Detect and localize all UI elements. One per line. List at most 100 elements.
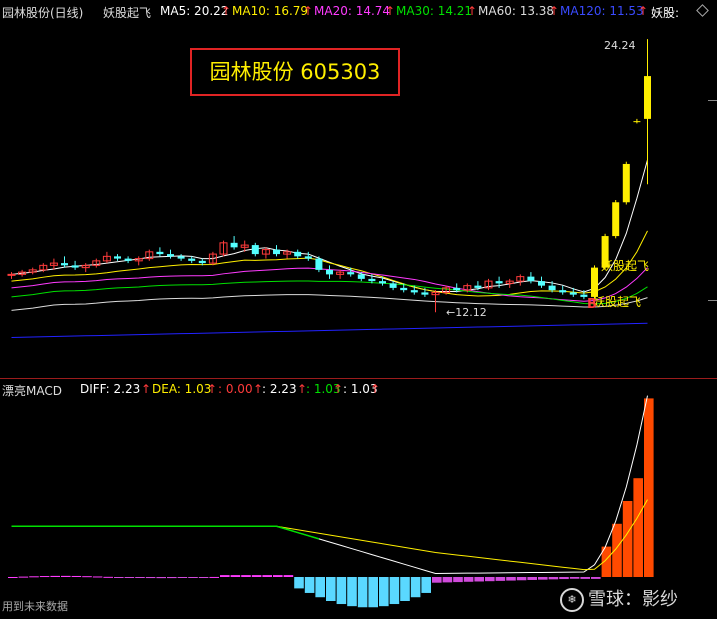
future-data-note: 用到未来数据 [2, 600, 68, 613]
macd-header: 漂亮MACD DIFF: 2.23 ↑ DEA: 1.03 ↑ : 0.00 ↑… [0, 381, 717, 397]
kline-chart: 24.24←12.12妖股起飞妖股起飞B [7, 39, 654, 608]
candle-body [368, 278, 376, 282]
macd-histogram-bar [474, 577, 484, 582]
macd-histogram-bar [421, 577, 431, 593]
dea-value: DEA: 1.03 [152, 382, 212, 396]
macd-histogram-bar [580, 577, 590, 579]
candle-body [538, 281, 545, 286]
macd-histogram-bar [400, 577, 410, 601]
v3-arrow-icon: ↑ [333, 382, 344, 396]
candle-body [495, 281, 503, 284]
macd-histogram-bar [336, 577, 347, 605]
macd-histogram-bar [315, 577, 325, 598]
macd-histogram-bar [548, 577, 559, 580]
price-axis-tick [708, 300, 717, 301]
macd-histogram-bar [273, 575, 283, 577]
candle-body [591, 267, 598, 297]
candle-body [474, 285, 482, 288]
macd-histogram-bar [8, 577, 18, 578]
macd-histogram-bar [209, 576, 219, 578]
macd-histogram-bar [326, 577, 336, 601]
v4-arrow-icon: ↑ [370, 382, 381, 396]
macd-histogram-bar [410, 577, 421, 598]
candle-body [622, 163, 630, 203]
candle-body [124, 258, 132, 261]
candle-body [230, 242, 238, 248]
macd-histogram-bar [442, 577, 453, 583]
low-price-label: ←12.12 [446, 306, 487, 319]
diff-arrow-icon: ↑ [141, 382, 152, 396]
dea-line [11, 499, 648, 571]
high-price-label: 24.24 [604, 39, 636, 52]
candle-body [7, 273, 16, 276]
candle-body [644, 76, 651, 119]
macd-histogram-bar [304, 577, 315, 593]
price-axis-tick [708, 100, 717, 101]
macd-histogram-bar [39, 576, 50, 578]
macd-histogram-bar [29, 576, 39, 578]
macd-histogram-bar [82, 576, 92, 578]
dea-arrow-icon: ↑ [207, 382, 218, 396]
macd-histogram-bar [432, 577, 442, 583]
macd-histogram-bar [294, 577, 304, 589]
macd-histogram-bar [463, 577, 474, 582]
diff-line [11, 395, 648, 575]
macd-histogram-bar [569, 577, 580, 579]
candle-body [167, 254, 174, 257]
macd-histogram-bar [538, 577, 548, 580]
macd-histogram-bar [188, 577, 198, 578]
macd-histogram-bar [156, 577, 166, 579]
candle-body [453, 287, 461, 291]
candle-body [347, 272, 355, 275]
macd-histogram-bar [612, 523, 622, 577]
macd-histogram-bar [485, 577, 495, 582]
candle-body [389, 283, 397, 288]
candle-body [273, 249, 280, 255]
ma120-line [11, 322, 648, 338]
macd-histogram-bar [71, 575, 82, 577]
candle-body [559, 290, 567, 293]
buy-mark: B [587, 297, 597, 312]
candle-body [156, 251, 164, 255]
signal-label-1: 妖股起飞 [601, 259, 649, 273]
panel-divider [0, 378, 717, 379]
candle-body [315, 258, 323, 270]
macd-name[interactable]: 漂亮MACD [2, 382, 62, 397]
candle-body [527, 276, 535, 282]
macd-histogram-bar [516, 577, 527, 581]
candle-body [569, 292, 577, 295]
macd-green-line [11, 525, 320, 540]
snowball-icon: ❄ [560, 588, 584, 612]
macd-histogram-bar [18, 576, 29, 578]
macd-histogram-bar [559, 577, 569, 580]
candle-body [421, 292, 429, 295]
macd-histogram-bar [50, 575, 60, 577]
candle-body [251, 245, 259, 255]
candle-body [633, 121, 641, 123]
macd-histogram-bar [379, 577, 389, 607]
macd-histogram-bar [591, 577, 601, 579]
macd-histogram-bar [347, 577, 357, 607]
candle-body [198, 260, 206, 264]
macd-histogram-bar [103, 576, 113, 578]
candle-body [61, 263, 68, 266]
candle-body [71, 265, 79, 268]
macd-value-1: : 0.00 [218, 382, 253, 396]
macd-histogram-bar [124, 577, 135, 578]
macd-histogram-bar [135, 577, 145, 578]
macd-histogram-bar [114, 577, 124, 578]
candle-body [326, 269, 333, 275]
macd-histogram-bar [262, 575, 272, 577]
macd-histogram-bar [368, 577, 378, 608]
macd-histogram-bar [644, 398, 654, 577]
candle-body [410, 290, 418, 293]
macd-value-2: : 2.23 [262, 382, 297, 396]
macd-histogram-bar [167, 577, 177, 579]
diff-value: DIFF: 2.23 [80, 382, 141, 396]
signal-label-2: 妖股起飞 [593, 295, 641, 309]
ma60-line [11, 294, 648, 311]
macd-histogram-bar [251, 575, 262, 577]
candle-body [357, 274, 365, 279]
macd-histogram-bar [61, 575, 71, 577]
macd-histogram-bar [633, 478, 643, 577]
